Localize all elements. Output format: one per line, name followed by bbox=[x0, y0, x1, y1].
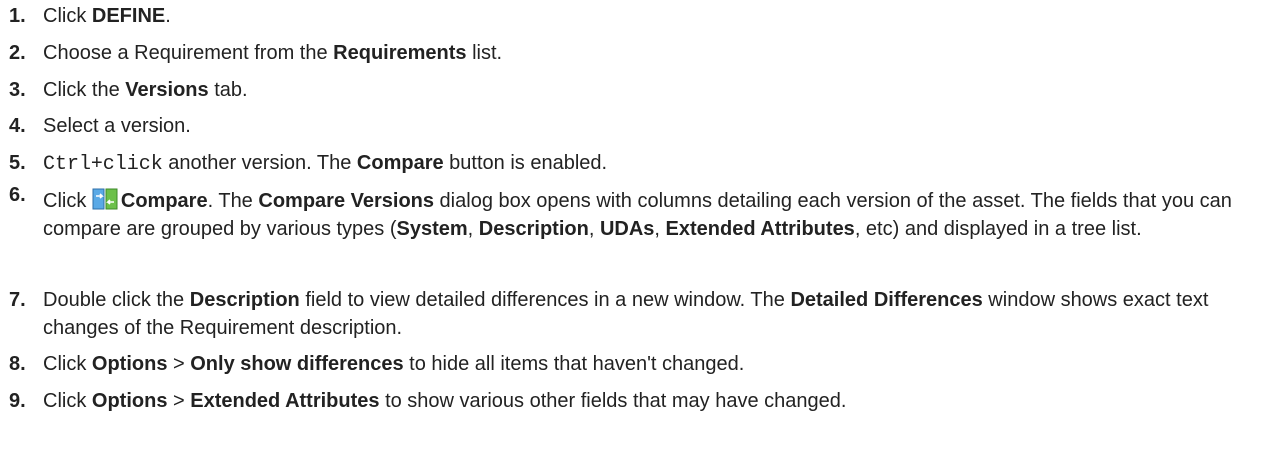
ui-term: System bbox=[396, 218, 468, 240]
ui-term: Description bbox=[189, 289, 300, 311]
ui-term: Only show differences bbox=[190, 353, 404, 375]
step-number: 9. bbox=[9, 390, 26, 412]
step-item: 7. Double click the Description field to … bbox=[9, 286, 1273, 342]
step-text: Choose a Requirement from the Requiremen… bbox=[43, 39, 1273, 67]
step-text: Click Options > Only show differences to… bbox=[43, 350, 1273, 378]
step-text-segment: + bbox=[91, 152, 103, 174]
step-item: 6. Click Compare. The Compare Versions di… bbox=[9, 184, 1273, 243]
step-text-segment: Click bbox=[43, 353, 92, 375]
step-item: 1. Click DEFINE. bbox=[9, 2, 1273, 30]
step-text-segment: , bbox=[654, 218, 666, 240]
step-number: 8. bbox=[9, 353, 26, 375]
ui-term: Compare bbox=[120, 190, 208, 212]
step-text-segment: > bbox=[167, 353, 191, 375]
compare-icon bbox=[92, 187, 118, 211]
step-number: 6. bbox=[9, 184, 26, 206]
step-text-segment: . bbox=[165, 5, 171, 27]
step-text: Click DEFINE. bbox=[43, 2, 1273, 30]
step-text-segment: , bbox=[467, 218, 479, 240]
step-text-segment: , etc) and displayed in a tree list. bbox=[854, 218, 1142, 240]
ui-term: DEFINE bbox=[91, 5, 166, 27]
step-item: 8. Click Options > Only show differences … bbox=[9, 350, 1273, 378]
step-text-segment: > bbox=[167, 390, 191, 412]
step-text: Click Options > Extended Attributes to s… bbox=[43, 387, 1273, 415]
step-number: 3. bbox=[9, 79, 26, 101]
ui-term: UDAs bbox=[599, 218, 655, 240]
step-text-segment: list. bbox=[466, 42, 503, 64]
step-text-segment: tab. bbox=[208, 79, 248, 101]
step-text-segment: Click bbox=[43, 190, 92, 212]
step-number: 2. bbox=[9, 42, 26, 64]
ui-term: Description bbox=[478, 218, 589, 240]
ui-term: Options bbox=[91, 353, 168, 375]
step-text-segment: button is enabled. bbox=[443, 152, 608, 174]
step-item: 9. Click Options > Extended Attributes to… bbox=[9, 387, 1273, 415]
ui-term: Compare Versions bbox=[258, 190, 434, 212]
ui-term: Extended Attributes bbox=[190, 390, 380, 412]
ui-term: Options bbox=[91, 390, 168, 412]
step-text-segment: . The bbox=[207, 190, 259, 212]
step-item: 3. Click the Versions tab. bbox=[9, 76, 1273, 104]
ui-term: Detailed Differences bbox=[790, 289, 983, 311]
step-text-segment: Click bbox=[43, 390, 92, 412]
ui-term: Versions bbox=[125, 79, 209, 101]
step-text-segment: Click bbox=[43, 5, 92, 27]
step-text-segment: to hide all items that haven't changed. bbox=[403, 353, 745, 375]
step-text-segment: Choose a Requirement from the bbox=[43, 42, 334, 64]
step-number: 1. bbox=[9, 5, 26, 27]
step-text-segment: , bbox=[588, 218, 600, 240]
ui-term: Requirements bbox=[333, 42, 467, 64]
step-number: 4. bbox=[9, 115, 26, 137]
step-text-segment: to show various other fields that may ha… bbox=[379, 390, 847, 412]
step-text: Click Compare. The Compare Versions dial… bbox=[43, 187, 1273, 243]
step-text-segment: another version. The bbox=[162, 152, 357, 174]
ui-term: Compare bbox=[356, 152, 444, 174]
step-item: 4. Select a version. bbox=[9, 112, 1273, 140]
ui-term: Extended Attributes bbox=[665, 218, 855, 240]
keyboard-text: click bbox=[102, 153, 163, 176]
step-text-segment: Select a version. bbox=[43, 115, 191, 137]
step-text: Click the Versions tab. bbox=[43, 76, 1273, 104]
keyboard-text: Ctrl bbox=[43, 153, 92, 176]
step-text: Ctrl+click another version. The Compare … bbox=[43, 149, 1273, 179]
step-item: 5. Ctrl+click another version. The Compar… bbox=[9, 149, 1273, 179]
step-text: Select a version. bbox=[43, 112, 1273, 140]
step-text: Double click the Description field to vi… bbox=[43, 286, 1273, 342]
step-number: 7. bbox=[9, 289, 26, 311]
step-text-segment: Click the bbox=[43, 79, 126, 101]
step-number: 5. bbox=[9, 152, 26, 174]
step-text-segment: Double click the bbox=[43, 289, 190, 311]
step-item: 2. Choose a Requirement from the Requirem… bbox=[9, 39, 1273, 67]
step-text-segment: field to view detailed differences in a … bbox=[299, 289, 791, 311]
